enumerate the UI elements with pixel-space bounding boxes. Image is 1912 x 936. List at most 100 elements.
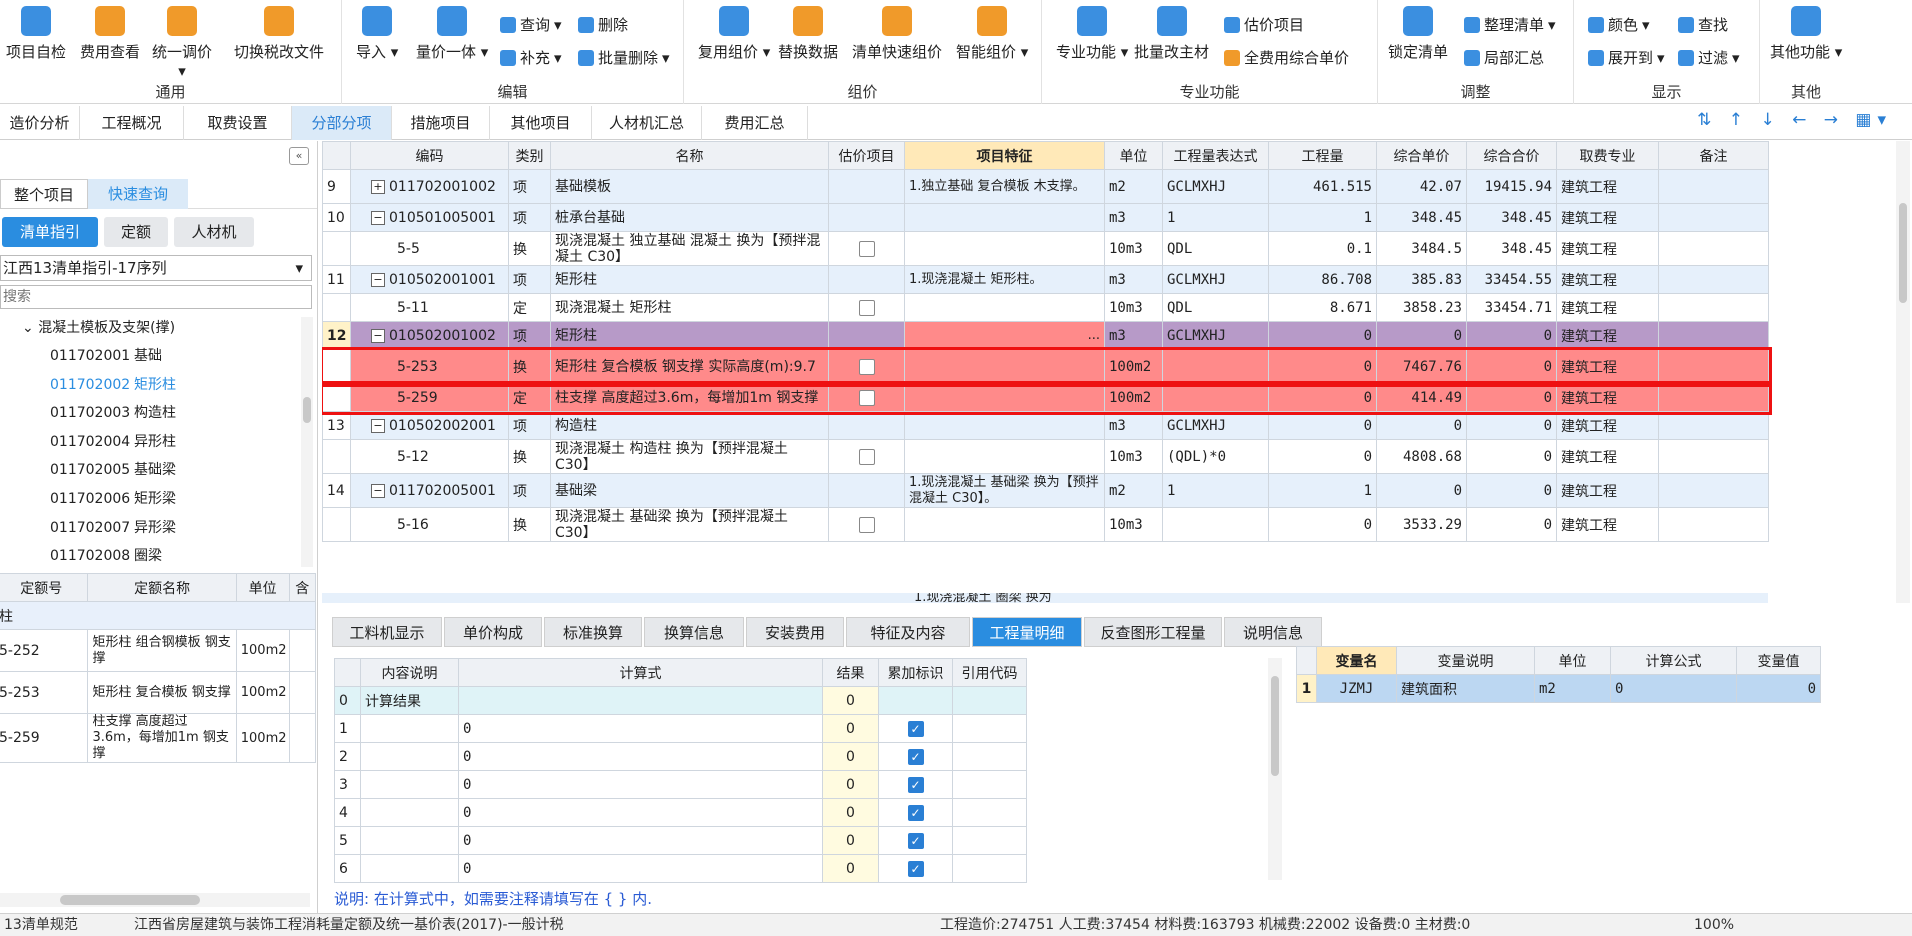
row-remark[interactable] xyxy=(1658,293,1769,322)
row-feature[interactable] xyxy=(904,293,1105,322)
checkmark-icon[interactable]: ✓ xyxy=(907,832,924,849)
calc-desc[interactable]: 计算结果 xyxy=(360,686,459,715)
table-row[interactable]: 5-11 定现浇混凝土 矩形柱 10m3 QDL 8.671 3858.23 33454.7… xyxy=(322,293,1769,322)
row-estimate[interactable] xyxy=(828,293,905,322)
btab-standard-conversion[interactable]: 标准换算 xyxy=(544,617,642,647)
quota-row[interactable]: 5-253 矩形柱 复合模板 钢支撑 100m2 xyxy=(0,671,317,714)
var-row[interactable]: 1 JZMJ 建筑面积 m2 0 0 xyxy=(1296,674,1821,703)
table-row[interactable]: 14−011702005001 项基础梁 1.现浇混凝土 基础梁 换为【预拌混凝土 … xyxy=(322,473,1769,508)
table-row[interactable]: 10−010501005001 项桩承台基础 m3 1 1 348.45 348.45 建筑工… xyxy=(322,203,1769,232)
organize-list-button[interactable]: 整理清单 ▾ xyxy=(1464,14,1556,35)
tab-fee-summary[interactable]: 费用汇总 xyxy=(702,106,808,140)
btab-labor-material[interactable]: 工料机显示 xyxy=(332,617,442,647)
estimate-checkbox[interactable] xyxy=(858,358,875,375)
hscroll-thumb[interactable] xyxy=(60,895,200,905)
row-code[interactable]: 5-253 xyxy=(350,349,509,384)
row-qty[interactable]: 0 xyxy=(1268,321,1377,350)
calc-ref[interactable] xyxy=(952,770,1027,799)
search-input[interactable] xyxy=(0,285,312,309)
row-name[interactable]: 矩形柱 xyxy=(550,265,829,294)
var-name[interactable]: JZMJ xyxy=(1316,674,1397,703)
find-button[interactable]: 查找 xyxy=(1678,14,1728,35)
tree-item[interactable]: 011702002 矩形柱 xyxy=(50,374,176,394)
checkmark-icon[interactable]: ✓ xyxy=(907,720,924,737)
subtab-quota[interactable]: 定额 xyxy=(104,217,168,247)
row-expr[interactable]: GCLMXHJ xyxy=(1162,411,1269,440)
row-feature[interactable] xyxy=(904,507,1105,542)
row-feature[interactable]: 1.独立基础 复合模板 木支撑。 xyxy=(904,169,1105,204)
row-estimate[interactable] xyxy=(828,473,905,508)
professional-button[interactable]: 专业功能 ▾ xyxy=(1056,6,1128,62)
tree-item[interactable]: 011702005 基础梁 xyxy=(50,459,176,479)
row-code[interactable]: −010502002001 xyxy=(350,411,509,440)
row-expr[interactable]: GCLMXHJ xyxy=(1162,321,1269,350)
calc-ref[interactable] xyxy=(952,686,1027,715)
row-qty[interactable]: 1 xyxy=(1268,203,1377,232)
calc-formula[interactable]: 0 xyxy=(458,714,823,743)
row-estimate[interactable] xyxy=(828,383,905,412)
btab-qty-detail[interactable]: 工程量明细 xyxy=(972,617,1082,647)
replace-data-button[interactable]: 替换数据 xyxy=(778,6,838,62)
row-qty[interactable]: 1 xyxy=(1268,473,1377,508)
tree-item[interactable]: 011702004 异形柱 xyxy=(50,431,176,451)
row-qty[interactable]: 0 xyxy=(1268,383,1377,412)
estimate-checkbox[interactable] xyxy=(858,448,875,465)
expand-toggle-icon[interactable]: − xyxy=(371,328,385,343)
partial-summary-button[interactable]: 局部汇总 xyxy=(1464,47,1544,68)
row-feature[interactable]: 1.现浇混凝土 矩形柱。 xyxy=(904,265,1105,294)
row-remark[interactable] xyxy=(1658,231,1769,266)
tree-item[interactable]: 011702001 基础 xyxy=(50,345,162,365)
row-code[interactable]: −010501005001 xyxy=(350,203,509,232)
btab-reverse-graphic[interactable]: 反查图形工程量 xyxy=(1084,617,1222,647)
btab-description[interactable]: 说明信息 xyxy=(1224,617,1322,647)
calc-ref[interactable] xyxy=(952,714,1027,743)
tab-overview[interactable]: 工程概况 xyxy=(80,106,184,140)
collapse-icon[interactable]: « xyxy=(289,147,309,165)
cost-view-button[interactable]: 费用查看 xyxy=(80,6,140,62)
row-estimate[interactable] xyxy=(828,411,905,440)
row-name[interactable]: 现浇混凝土 矩形柱 xyxy=(550,293,829,322)
tree-root[interactable]: ⌄ 混凝土模板及支架(撑) xyxy=(22,317,175,337)
row-spec[interactable]: 建筑工程 xyxy=(1556,293,1659,322)
row-estimate[interactable] xyxy=(828,321,905,350)
row-qty[interactable]: 461.515 xyxy=(1268,169,1377,204)
calc-formula[interactable]: 0 xyxy=(458,742,823,771)
row-spec[interactable]: 建筑工程 xyxy=(1556,349,1659,384)
calc-desc[interactable] xyxy=(360,742,459,771)
row-remark[interactable] xyxy=(1658,265,1769,294)
subtab-list-guide[interactable]: 清单指引 xyxy=(2,217,98,247)
quota-row[interactable]: 5-252 矩形柱 组合钢模板 钢支撑 100m2 xyxy=(0,629,317,672)
row-expr[interactable] xyxy=(1162,349,1269,384)
row-expr[interactable] xyxy=(1162,383,1269,412)
tree-scroll-thumb[interactable] xyxy=(303,397,311,423)
expand-toggle-icon[interactable]: − xyxy=(371,418,385,433)
row-qty[interactable]: 0.1 xyxy=(1268,231,1377,266)
calc-accumulate[interactable] xyxy=(878,686,953,715)
row-spec[interactable]: 建筑工程 xyxy=(1556,411,1659,440)
row-estimate[interactable] xyxy=(828,439,905,474)
row-name[interactable]: 矩形柱 xyxy=(550,321,829,350)
row-expr[interactable]: 1 xyxy=(1162,203,1269,232)
switch-tax-file-button[interactable]: 切换税改文件 xyxy=(234,6,324,62)
row-expr[interactable]: GCLMXHJ xyxy=(1162,169,1269,204)
btab-conversion-info[interactable]: 换算信息 xyxy=(644,617,744,647)
tab-cost-analysis[interactable]: 造价分析 xyxy=(0,106,80,140)
estimate-checkbox[interactable] xyxy=(858,389,875,406)
tree-item[interactable]: 011702007 异形梁 xyxy=(50,517,176,537)
calc-desc[interactable] xyxy=(360,770,459,799)
row-spec[interactable]: 建筑工程 xyxy=(1556,265,1659,294)
tab-other-items[interactable]: 其他项目 xyxy=(490,106,592,140)
row-code[interactable]: 5-5 xyxy=(350,231,509,266)
row-name[interactable]: 柱支撑 高度超过3.6m，每增加1m 钢支撑 xyxy=(550,383,829,412)
tree-item[interactable]: 011702008 圈梁 xyxy=(50,545,162,565)
row-code[interactable]: +011702001002 xyxy=(350,169,509,204)
calc-ref[interactable] xyxy=(952,798,1027,827)
row-feature[interactable] xyxy=(904,383,1105,412)
btab-install-cost[interactable]: 安装费用 xyxy=(746,617,844,647)
row-code[interactable]: −010502001002 xyxy=(350,321,509,350)
table-row[interactable]: 5-12 换现浇混凝土 构造柱 换为【预拌混凝土 C30】 10m3 (QDL)*0 0… xyxy=(322,439,1769,474)
tab-quick-query[interactable]: 快速查询 xyxy=(88,179,188,209)
calc-formula[interactable]: 0 xyxy=(458,854,823,883)
calc-ref[interactable] xyxy=(952,742,1027,771)
calc-accumulate[interactable]: ✓ xyxy=(878,854,953,883)
